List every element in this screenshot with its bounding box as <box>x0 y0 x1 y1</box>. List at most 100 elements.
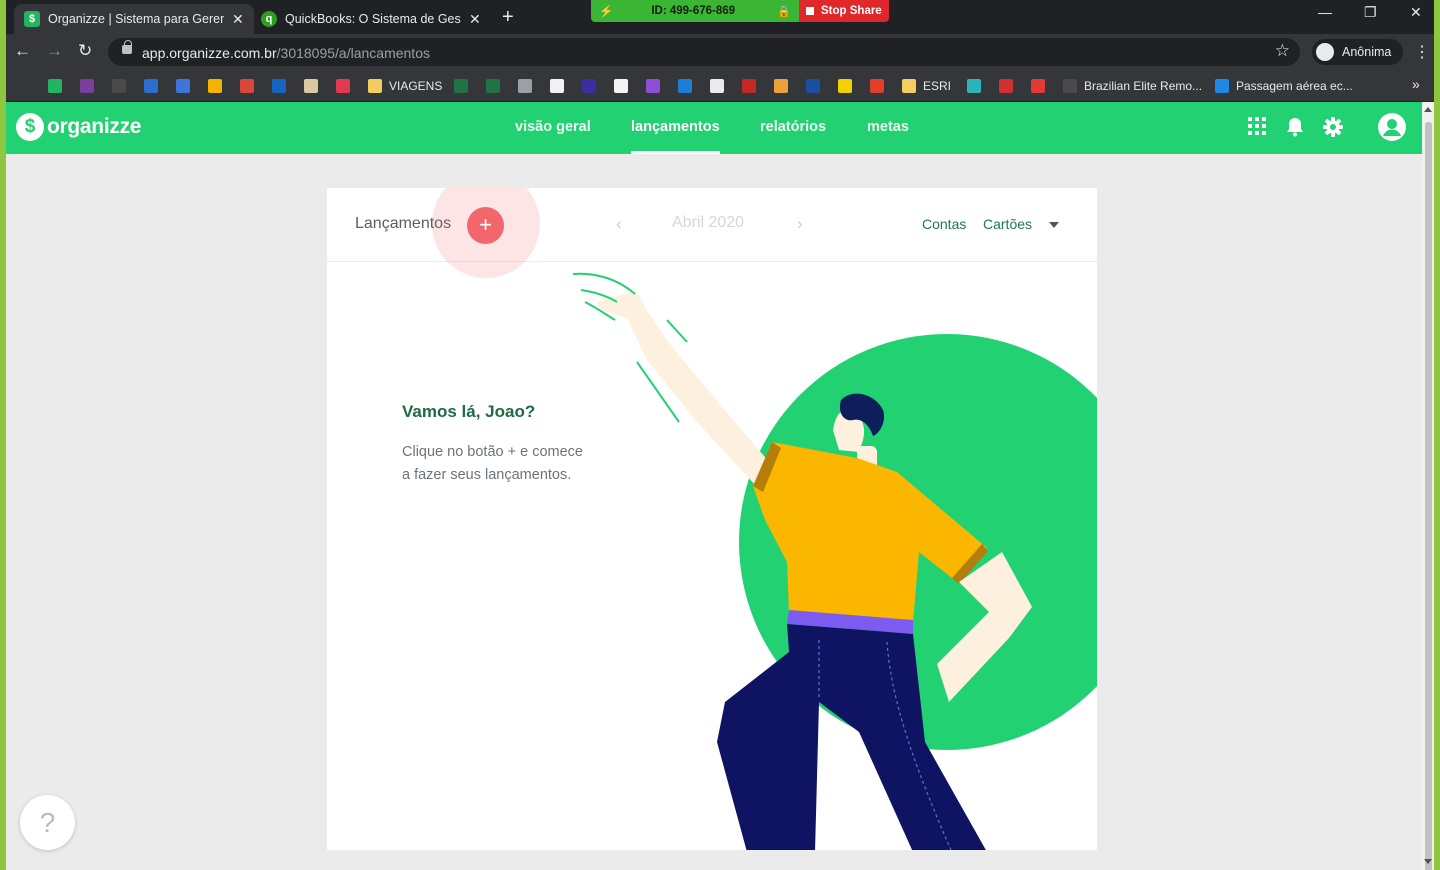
bookmark-dots[interactable] <box>999 78 1013 94</box>
quickbooks-favicon-icon: q <box>261 11 277 27</box>
bookmark-github[interactable] <box>710 78 724 94</box>
accounts-filter-link[interactable]: Contas <box>922 216 966 232</box>
forward-icon[interactable]: → <box>46 41 63 61</box>
folder-icon <box>902 79 916 93</box>
scroll-down-icon[interactable] <box>1424 859 1432 864</box>
session-id: ID: 499-676-869 <box>651 5 736 17</box>
nav-visao-geral[interactable]: visão geral <box>515 119 591 135</box>
bookmarks-bar: VIAGENS ESRI Brazilian Elite Remo... Passag… <box>6 70 1434 102</box>
reload-icon[interactable]: ↻ <box>78 41 92 61</box>
incognito-profile-button[interactable]: Anônima <box>1312 39 1404 65</box>
new-tab-button[interactable]: + <box>502 6 514 29</box>
bookmark-excel[interactable] <box>454 78 468 94</box>
stop-share-label: Stop Share <box>821 5 882 17</box>
nav-relatorios[interactable]: relatórios <box>760 119 826 135</box>
bookmark-firefox[interactable] <box>144 78 158 94</box>
bookmark-label: Brazilian Elite Remo... <box>1084 79 1203 93</box>
bookmark-chart[interactable] <box>582 78 596 94</box>
arrow-icon <box>112 79 126 93</box>
bookmark-goodreads[interactable] <box>304 78 318 94</box>
bookmark-tag[interactable] <box>80 78 94 94</box>
nav-lancamentos-label: lançamentos <box>631 119 720 135</box>
current-month: Abril 2020 <box>672 214 745 231</box>
bookmark-m[interactable] <box>336 78 350 94</box>
organizze-logo[interactable]: $ organizze <box>16 113 141 141</box>
bookmark-star-icon[interactable]: ☆ <box>1275 41 1290 61</box>
help-button[interactable]: ? <box>20 795 75 850</box>
minimize-icon[interactable]: — <box>1318 4 1332 20</box>
im-icon <box>16 79 30 93</box>
bookmark-amazon[interactable] <box>614 78 628 94</box>
bars-icon <box>806 79 820 93</box>
bookmark-apple[interactable] <box>518 78 532 94</box>
bookmark-plane[interactable]: Passagem aérea ec... <box>1215 78 1353 94</box>
close-tab-icon[interactable]: ✕ <box>469 11 481 28</box>
bookmark-shl[interactable] <box>742 78 756 94</box>
bookmark-trello[interactable] <box>646 78 660 94</box>
bookmark-folder[interactable]: ESRI <box>902 78 951 94</box>
user-avatar-icon[interactable] <box>1378 113 1406 146</box>
incognito-icon <box>1316 43 1334 61</box>
excel-icon <box>486 79 500 93</box>
bookmark-music[interactable] <box>550 78 564 94</box>
bookmark-globe[interactable]: Brazilian Elite Remo... <box>1063 78 1202 94</box>
organizze-app: $ organizze visão geral lançamentos rela… <box>6 102 1422 870</box>
folder-icon <box>368 79 382 93</box>
restore-icon[interactable]: ❐ <box>1364 4 1377 21</box>
tab-organizze[interactable]: $ Organizze | Sistema para Gerenci ✕ <box>14 4 254 34</box>
secure-lock-icon <box>122 40 132 54</box>
chart-icon <box>582 79 596 93</box>
bookmark-arrow[interactable] <box>112 78 126 94</box>
page-scrollbar[interactable] <box>1422 102 1434 870</box>
more-bookmarks-icon[interactable]: » <box>1412 76 1420 92</box>
bookmark-smiley[interactable] <box>838 78 852 94</box>
tab-quickbooks[interactable]: q QuickBooks: O Sistema de Gestã ✕ <box>251 4 491 34</box>
gear-icon[interactable] <box>1323 117 1343 142</box>
bookmark-drive[interactable] <box>208 78 222 94</box>
apps-grid-icon[interactable] <box>1248 117 1266 140</box>
bookmark-pinwheel[interactable] <box>774 78 788 94</box>
bookmark-excel[interactable] <box>486 78 500 94</box>
plane-icon <box>1215 79 1229 93</box>
bookmark-vscode[interactable] <box>678 78 692 94</box>
browser-toolbar: ← → ↻ app.organizze.com.br/3018095/a/lan… <box>6 34 1434 70</box>
bookmark-folder[interactable]: VIAGENS <box>368 78 442 94</box>
prev-month-chevron-icon[interactable]: ‹ <box>616 214 622 234</box>
excel-icon <box>454 79 468 93</box>
scroll-thumb[interactable] <box>1425 122 1432 870</box>
bookmark-im[interactable] <box>16 78 30 94</box>
firefox-icon <box>144 79 158 93</box>
bookmark-outlook[interactable] <box>272 78 286 94</box>
filter-dropdown-caret-icon[interactable] <box>1049 222 1059 228</box>
back-icon[interactable]: ← <box>14 41 31 61</box>
close-tab-icon[interactable]: ✕ <box>232 11 244 28</box>
nav-lancamentos[interactable]: lançamentos <box>631 119 720 154</box>
bookmark-dx[interactable] <box>1031 78 1045 94</box>
bookmark-calendar[interactable] <box>176 78 190 94</box>
url-text[interactable]: app.organizze.com.br/3018095/a/lancament… <box>142 45 430 61</box>
bookmark-owl[interactable] <box>967 78 981 94</box>
top-navigation: $ organizze visão geral lançamentos rela… <box>6 102 1422 154</box>
chrome-menu-icon[interactable]: ⋮ <box>1414 42 1430 62</box>
next-month-chevron-icon[interactable]: › <box>797 214 803 234</box>
bookmark-gmail[interactable] <box>240 78 254 94</box>
url-host: app.organizze.com.br <box>142 45 277 61</box>
shl-icon <box>742 79 756 93</box>
stop-icon <box>806 7 814 15</box>
bell-icon[interactable] <box>1286 117 1304 142</box>
nav-metas[interactable]: metas <box>867 119 909 135</box>
address-bar[interactable]: app.organizze.com.br/3018095/a/lancament… <box>108 38 1300 66</box>
link-icon: ⚡ <box>599 6 614 18</box>
owl-icon <box>967 79 981 93</box>
bookmark-arrow-red[interactable] <box>870 78 884 94</box>
stop-share-button[interactable]: Stop Share <box>799 0 889 22</box>
close-window-icon[interactable]: ✕ <box>1410 4 1422 21</box>
bookmark-organizze[interactable] <box>48 78 62 94</box>
cards-filter-link[interactable]: Cartões <box>983 216 1032 232</box>
pointing-person-illustration <box>572 272 1097 850</box>
add-launch-button[interactable]: + <box>467 207 504 244</box>
browser-tab-strip: $ Organizze | Sistema para Gerenci ✕ q Q… <box>6 0 1434 34</box>
bookmark-bars[interactable] <box>806 78 820 94</box>
scroll-up-icon[interactable] <box>1424 107 1432 112</box>
tag-icon <box>80 79 94 93</box>
